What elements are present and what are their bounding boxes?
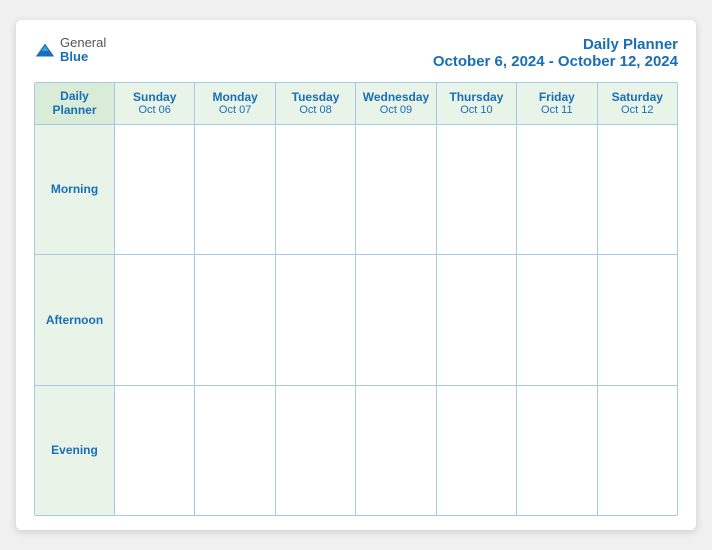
evening-label-cell: Evening (35, 386, 115, 515)
logo-general: General (60, 36, 106, 50)
logo-text: General Blue (60, 36, 106, 65)
header-wednesday: Wednesday Oct 09 (356, 83, 436, 124)
header-day-friday: Friday (539, 90, 575, 104)
header-day-tuesday: Tuesday (292, 90, 340, 104)
header-day-wednesday: Wednesday (363, 90, 429, 104)
logo-area: General Blue (34, 36, 106, 65)
morning-thursday[interactable] (437, 125, 517, 254)
morning-wednesday[interactable] (356, 125, 436, 254)
header-label-cell: Daily Planner (35, 83, 115, 124)
header-date-oct12: Oct 12 (621, 104, 653, 116)
afternoon-saturday[interactable] (598, 255, 677, 384)
morning-label: Morning (51, 182, 98, 196)
header-day-thursday: Thursday (449, 90, 503, 104)
header-thursday: Thursday Oct 10 (437, 83, 517, 124)
header-saturday: Saturday Oct 12 (598, 83, 677, 124)
header-date-oct06: Oct 06 (139, 104, 171, 116)
planner-title: Daily Planner (433, 36, 678, 53)
evening-sunday[interactable] (115, 386, 195, 515)
afternoon-thursday[interactable] (437, 255, 517, 384)
evening-label: Evening (51, 443, 98, 457)
header: General Blue Daily Planner October 6, 20… (34, 36, 678, 70)
header-label-daily: Daily (60, 89, 89, 103)
morning-tuesday[interactable] (276, 125, 356, 254)
planner-grid: Daily Planner Sunday Oct 06 Monday Oct 0… (34, 82, 678, 516)
header-date-oct09: Oct 09 (380, 104, 412, 116)
title-area: Daily Planner October 6, 2024 - October … (433, 36, 678, 70)
afternoon-label: Afternoon (46, 313, 103, 327)
afternoon-monday[interactable] (195, 255, 275, 384)
morning-sunday[interactable] (115, 125, 195, 254)
header-date-oct07: Oct 07 (219, 104, 251, 116)
afternoon-friday[interactable] (517, 255, 597, 384)
evening-tuesday[interactable] (276, 386, 356, 515)
header-day-saturday: Saturday (612, 90, 663, 104)
header-date-oct08: Oct 08 (299, 104, 331, 116)
afternoon-tuesday[interactable] (276, 255, 356, 384)
morning-friday[interactable] (517, 125, 597, 254)
header-label-planner: Planner (52, 103, 96, 117)
header-date-oct11: Oct 11 (541, 104, 573, 116)
evening-friday[interactable] (517, 386, 597, 515)
header-friday: Friday Oct 11 (517, 83, 597, 124)
header-day-sunday: Sunday (133, 90, 176, 104)
header-day-monday: Monday (212, 90, 257, 104)
evening-saturday[interactable] (598, 386, 677, 515)
grid-body: Morning Afternoon (35, 125, 677, 515)
evening-monday[interactable] (195, 386, 275, 515)
morning-label-cell: Morning (35, 125, 115, 254)
morning-saturday[interactable] (598, 125, 677, 254)
header-monday: Monday Oct 07 (195, 83, 275, 124)
afternoon-row: Afternoon (35, 255, 677, 385)
morning-row: Morning (35, 125, 677, 255)
evening-row: Evening (35, 386, 677, 515)
header-date-oct10: Oct 10 (460, 104, 492, 116)
general-blue-icon (34, 40, 56, 62)
afternoon-sunday[interactable] (115, 255, 195, 384)
header-sunday: Sunday Oct 06 (115, 83, 195, 124)
morning-monday[interactable] (195, 125, 275, 254)
evening-thursday[interactable] (437, 386, 517, 515)
planner-container: General Blue Daily Planner October 6, 20… (16, 20, 696, 530)
afternoon-label-cell: Afternoon (35, 255, 115, 384)
grid-header-row: Daily Planner Sunday Oct 06 Monday Oct 0… (35, 83, 677, 125)
logo-blue: Blue (60, 50, 106, 64)
planner-date-range: October 6, 2024 - October 12, 2024 (433, 53, 678, 70)
evening-wednesday[interactable] (356, 386, 436, 515)
afternoon-wednesday[interactable] (356, 255, 436, 384)
header-tuesday: Tuesday Oct 08 (276, 83, 356, 124)
